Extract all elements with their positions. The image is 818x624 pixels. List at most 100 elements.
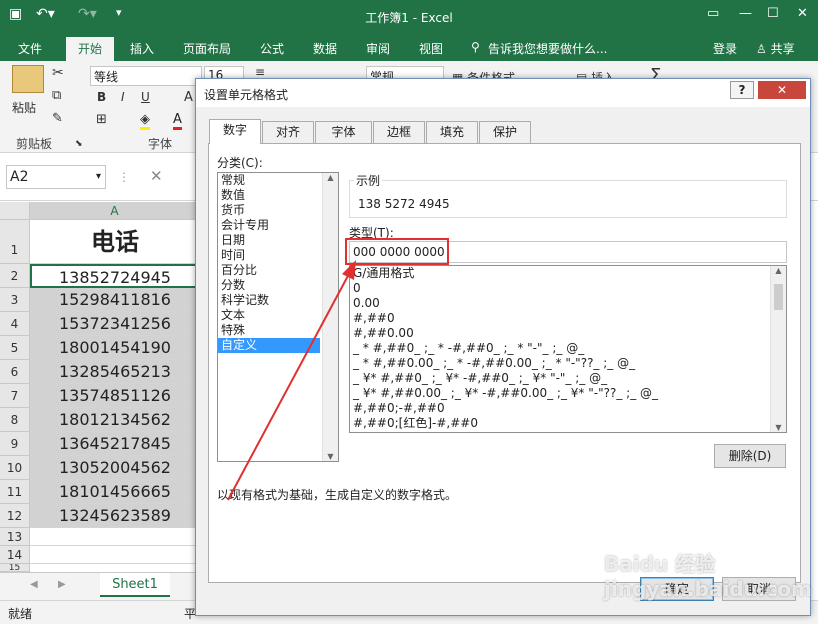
list-item[interactable]: 货币 bbox=[218, 203, 338, 218]
ok-button[interactable]: 确定 bbox=[640, 577, 714, 601]
tab-fill[interactable]: 填充 bbox=[426, 121, 478, 143]
row-header[interactable]: 4 bbox=[0, 312, 30, 336]
list-item[interactable]: 0.00 bbox=[350, 296, 786, 311]
tab-font[interactable]: 字体 bbox=[315, 121, 372, 143]
table-cell[interactable] bbox=[30, 528, 200, 546]
list-item[interactable]: #,##0.00 bbox=[350, 326, 786, 341]
table-cell[interactable]: 13645217845 bbox=[30, 432, 200, 456]
grow-font-button[interactable]: A bbox=[184, 90, 193, 105]
row-header[interactable]: 1 bbox=[0, 220, 30, 264]
list-item[interactable]: 数值 bbox=[218, 188, 338, 203]
cancel-button[interactable]: 取消 bbox=[722, 577, 796, 601]
tab-number[interactable]: 数字 bbox=[209, 119, 261, 144]
font-name-box[interactable]: 等线 bbox=[90, 66, 202, 86]
italic-button[interactable]: I bbox=[121, 90, 125, 104]
row-header[interactable]: 14 bbox=[0, 546, 30, 564]
borders-icon[interactable]: ⊞ bbox=[96, 112, 107, 127]
list-item-selected[interactable]: 自定义 bbox=[218, 338, 320, 353]
list-item[interactable]: 日期 bbox=[218, 233, 338, 248]
scroll-left-icon[interactable]: ◀ bbox=[30, 579, 38, 590]
column-header-a[interactable]: A bbox=[30, 202, 200, 220]
scroll-down-icon[interactable]: ▼ bbox=[771, 423, 786, 432]
list-item[interactable]: 文本 bbox=[218, 308, 338, 323]
row-header[interactable]: 9 bbox=[0, 432, 30, 456]
dialog-launcher-icon[interactable]: ⬊ bbox=[75, 139, 83, 149]
bold-button[interactable]: B bbox=[97, 90, 106, 104]
scroll-right-icon[interactable]: ▶ bbox=[58, 579, 66, 590]
table-cell[interactable]: 13052004562 bbox=[30, 456, 200, 480]
list-item[interactable]: 特殊 bbox=[218, 323, 338, 338]
header-cell[interactable]: 电话 bbox=[30, 220, 200, 264]
copy-icon[interactable]: ⧉ bbox=[52, 88, 61, 103]
list-item[interactable]: G/通用格式 bbox=[350, 266, 786, 281]
row-header[interactable]: 2 bbox=[0, 264, 30, 288]
list-item[interactable]: 百分比 bbox=[218, 263, 338, 278]
row-header[interactable]: 13 bbox=[0, 528, 30, 546]
row-header[interactable]: 8 bbox=[0, 408, 30, 432]
list-item[interactable]: 时间 bbox=[218, 248, 338, 263]
row-header[interactable]: 15 bbox=[0, 564, 30, 572]
table-cell[interactable]: 13245623589 bbox=[30, 504, 200, 528]
list-item[interactable]: 分数 bbox=[218, 278, 338, 293]
tab-border[interactable]: 边框 bbox=[373, 121, 425, 143]
cut-icon[interactable]: ✂ bbox=[52, 65, 64, 81]
ribbon-display-icon[interactable]: ▭ bbox=[707, 6, 719, 21]
table-cell[interactable]: 18101456665 bbox=[30, 480, 200, 504]
underline-button[interactable]: U bbox=[141, 90, 150, 104]
row-header[interactable]: 12 bbox=[0, 504, 30, 528]
format-list[interactable]: G/通用格式 0 0.00 #,##0 #,##0.00 _ * #,##0_ … bbox=[349, 265, 787, 433]
name-box-dropdown-icon[interactable]: ▾ bbox=[96, 167, 101, 187]
scroll-down-icon[interactable]: ▼ bbox=[323, 452, 338, 461]
table-cell[interactable]: 15298411816 bbox=[30, 288, 200, 312]
row-header[interactable]: 5 bbox=[0, 336, 30, 360]
table-cell[interactable]: 13285465213 bbox=[30, 360, 200, 384]
row-header[interactable]: 6 bbox=[0, 360, 30, 384]
worksheet-grid[interactable]: A 1 电话 2 13852724945 3 15298411816 4 153… bbox=[0, 202, 200, 572]
delete-button[interactable]: 删除(D) bbox=[714, 444, 786, 468]
row-header[interactable]: 7 bbox=[0, 384, 30, 408]
list-item[interactable]: _ ¥* #,##0.00_ ;_ ¥* -#,##0.00_ ;_ ¥* "-… bbox=[350, 386, 786, 401]
table-cell[interactable]: 18001454190 bbox=[30, 336, 200, 360]
list-item[interactable]: _ * #,##0.00_ ;_ * -#,##0.00_ ;_ * "-"??… bbox=[350, 356, 786, 371]
sign-in-link[interactable]: 登录 bbox=[713, 40, 737, 57]
table-cell[interactable]: 13574851126 bbox=[30, 384, 200, 408]
tab-home[interactable]: 开始 bbox=[66, 37, 115, 63]
table-cell[interactable]: 15372341256 bbox=[30, 312, 200, 336]
tell-me-box[interactable]: 告诉我您想要做什么... bbox=[488, 40, 607, 57]
font-color-icon[interactable]: A bbox=[173, 112, 182, 130]
table-cell[interactable]: 18012134562 bbox=[30, 408, 200, 432]
tab-view[interactable]: 视图 bbox=[419, 40, 443, 57]
list-item[interactable]: #,##0;[红色]-#,##0 bbox=[350, 416, 786, 431]
category-list[interactable]: 常规 数值 货币 会计专用 日期 时间 百分比 分数 科学记数 文本 特殊 自定… bbox=[217, 172, 339, 462]
tab-file[interactable]: 文件 bbox=[18, 40, 42, 57]
tab-page-layout[interactable]: 页面布局 bbox=[183, 40, 231, 57]
list-item[interactable]: 会计专用 bbox=[218, 218, 338, 233]
list-item[interactable]: 科学记数 bbox=[218, 293, 338, 308]
table-cell[interactable]: 13852724945 bbox=[30, 264, 200, 288]
tab-review[interactable]: 审阅 bbox=[366, 40, 390, 57]
row-header[interactable]: 11 bbox=[0, 480, 30, 504]
tab-alignment[interactable]: 对齐 bbox=[262, 121, 314, 143]
align-top-icon[interactable]: ≡ bbox=[255, 65, 265, 79]
table-cell[interactable] bbox=[30, 546, 200, 564]
category-scrollbar[interactable]: ▲ ▼ bbox=[322, 173, 338, 461]
paste-label[interactable]: 粘贴 bbox=[12, 99, 36, 116]
list-item[interactable]: _ ¥* #,##0_ ;_ ¥* -#,##0_ ;_ ¥* "-"_ ;_ … bbox=[350, 371, 786, 386]
share-button[interactable]: ♙ 共享 bbox=[756, 40, 795, 57]
fill-color-icon[interactable]: ◈ bbox=[140, 112, 150, 130]
paste-icon[interactable] bbox=[12, 65, 44, 93]
scroll-up-icon[interactable]: ▲ bbox=[771, 266, 786, 275]
dialog-close-button[interactable]: ✕ bbox=[758, 81, 806, 99]
scroll-thumb[interactable] bbox=[774, 284, 783, 310]
list-item[interactable]: 常规 bbox=[218, 173, 338, 188]
row-header[interactable]: 10 bbox=[0, 456, 30, 480]
minimize-icon[interactable]: — bbox=[739, 6, 752, 21]
format-scrollbar[interactable]: ▲ ▼ bbox=[770, 266, 786, 432]
row-header[interactable]: 3 bbox=[0, 288, 30, 312]
tab-data[interactable]: 数据 bbox=[313, 40, 337, 57]
select-all-corner[interactable] bbox=[0, 202, 30, 220]
name-box[interactable]: A2 ▾ bbox=[6, 165, 106, 189]
close-window-icon[interactable]: ✕ bbox=[797, 6, 808, 21]
format-painter-icon[interactable]: ✎ bbox=[52, 111, 63, 126]
sheet-tab-sheet1[interactable]: Sheet1 bbox=[100, 573, 170, 597]
